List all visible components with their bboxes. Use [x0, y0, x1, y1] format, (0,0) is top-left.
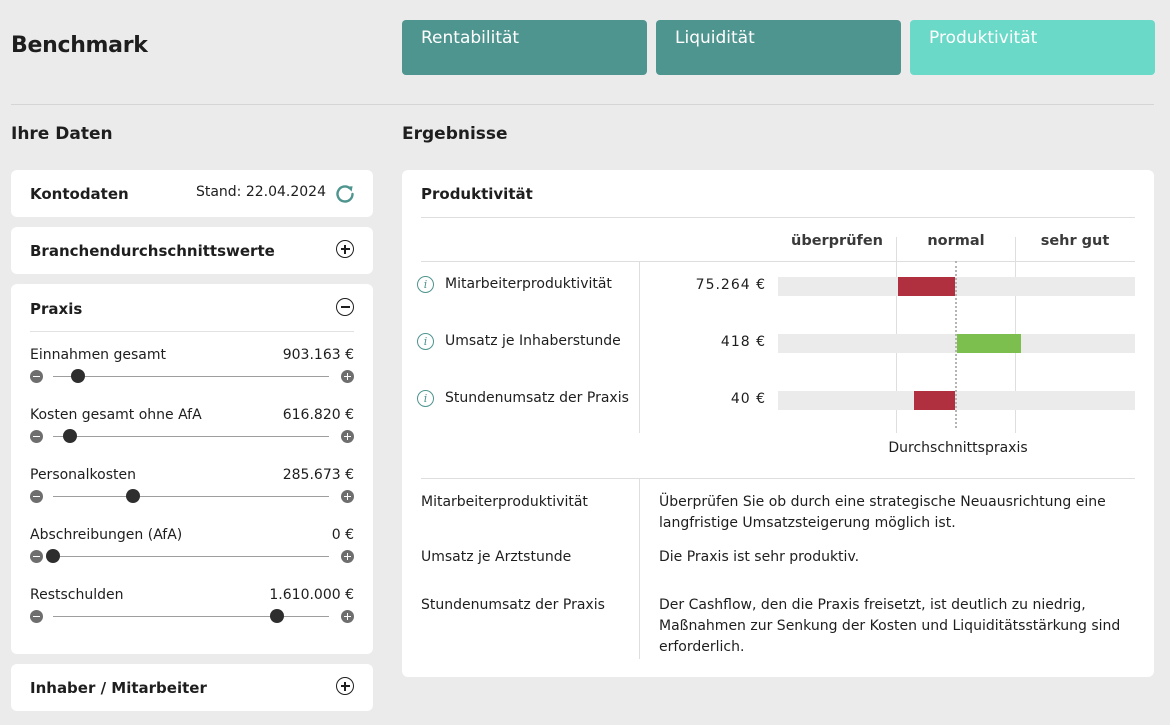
praxis-row-label: Personalkosten: [30, 467, 136, 483]
increase-button[interactable]: [341, 610, 354, 623]
praxis-row-value: 1.610.000 €: [269, 587, 354, 603]
increase-button[interactable]: [341, 370, 354, 383]
slider-track[interactable]: [53, 496, 329, 497]
refresh-icon[interactable]: [333, 182, 357, 206]
results-divider: [421, 217, 1135, 218]
kpi-bar: [957, 334, 1022, 353]
section-title-ergebnisse: Ergebnisse: [402, 124, 508, 144]
inhaber-card[interactable]: Inhaber / Mitarbeiter: [11, 664, 373, 711]
text-column-divider: [639, 478, 640, 659]
kpi-column-divider: [639, 261, 640, 433]
kpi-value: 75.264 €: [695, 277, 766, 293]
decrease-button[interactable]: [30, 610, 43, 623]
praxis-row-value: 285.673 €: [282, 467, 354, 483]
plus-circle-icon[interactable]: [336, 677, 354, 695]
stand-date: Stand: 22.04.2024: [195, 184, 326, 200]
average-marker-line: [955, 261, 957, 428]
slider-track[interactable]: [53, 436, 329, 437]
decrease-button[interactable]: [30, 430, 43, 443]
page-title: Benchmark: [11, 33, 148, 58]
praxis-divider: [30, 331, 354, 332]
slider-thumb[interactable]: [70, 369, 85, 383]
slider-track[interactable]: [53, 556, 329, 557]
praxis-card: Praxis Einnahmen gesamt 903.163 € Kosten g…: [11, 284, 373, 654]
kpi-label: Mitarbeiterproduktivität: [445, 276, 612, 292]
decrease-button[interactable]: [30, 370, 43, 383]
slider-thumb[interactable]: [62, 429, 77, 443]
kontodaten-card[interactable]: Kontodaten Stand: 22.04.2024: [11, 170, 373, 217]
tab-produktivitaet[interactable]: Produktivität: [910, 20, 1155, 75]
praxis-row-label: Einnahmen gesamt: [30, 347, 167, 363]
slider-track[interactable]: [53, 376, 329, 377]
tab-rentabilitaet[interactable]: Rentabilität: [402, 20, 647, 75]
praxis-row-value: 903.163 €: [282, 347, 354, 363]
decrease-button[interactable]: [30, 550, 43, 563]
kpi-value: 418 €: [720, 334, 766, 350]
recommendation-text: Die Praxis ist sehr produktiv.: [659, 549, 860, 565]
branche-card[interactable]: Branchendurchschnittswerte: [11, 227, 373, 274]
praxis-row-label: Restschulden: [30, 587, 124, 603]
branche-label: Branchendurchschnittswerte: [30, 242, 275, 260]
praxis-row-value: 0 €: [331, 527, 354, 543]
praxis-row-label: Kosten gesamt ohne AfA: [30, 407, 202, 423]
kpi-label: Stundenumsatz der Praxis: [445, 390, 629, 406]
recommendation-label: Stundenumsatz der Praxis: [421, 597, 605, 613]
average-label: Durchschnittspraxis: [888, 440, 1028, 456]
header-divider: [11, 104, 1154, 105]
kpi-bar: [897, 277, 955, 296]
section-title-ihre-daten: Ihre Daten: [11, 124, 113, 144]
info-icon[interactable]: i: [417, 276, 434, 293]
results-card: Produktivität überprüfen normal sehr gut…: [402, 170, 1154, 677]
kpi-bar: [913, 391, 955, 410]
info-icon[interactable]: i: [417, 333, 434, 350]
slider-track[interactable]: [53, 616, 329, 617]
decrease-button[interactable]: [30, 490, 43, 503]
kpi-label: Umsatz je Inhaberstunde: [445, 333, 621, 349]
recommendation-text: Überprüfen Sie ob durch eine strategisch…: [659, 494, 1106, 531]
praxis-row-value: 616.820 €: [282, 407, 354, 423]
recommendation-label: Mitarbeiterproduktivität: [421, 494, 588, 510]
column-header-ueberpruefen: überprüfen: [790, 233, 884, 249]
column-header-sehr-gut: sehr gut: [1040, 233, 1110, 249]
inhaber-label: Inhaber / Mitarbeiter: [30, 679, 207, 697]
tab-liquiditaet[interactable]: Liquidität: [656, 20, 901, 75]
praxis-row-label: Abschreibungen (AfA): [30, 527, 183, 543]
slider-thumb[interactable]: [269, 609, 284, 623]
praxis-label: Praxis: [30, 300, 83, 318]
increase-button[interactable]: [341, 550, 354, 563]
recommendation-text: Der Cashflow, den die Praxis freisetzt, …: [659, 597, 1121, 655]
text-section-divider: [421, 478, 1135, 479]
results-card-title: Produktivität: [421, 185, 533, 203]
minus-circle-icon[interactable]: [336, 298, 354, 316]
results-header-divider: [421, 261, 1135, 262]
slider-thumb[interactable]: [126, 489, 141, 503]
increase-button[interactable]: [341, 490, 354, 503]
plus-circle-icon[interactable]: [336, 240, 354, 258]
slider-thumb[interactable]: [46, 549, 60, 563]
increase-button[interactable]: [341, 430, 354, 443]
recommendation-label: Umsatz je Arztstunde: [421, 549, 572, 565]
column-header-normal: normal: [927, 233, 985, 249]
kpi-value: 40 €: [730, 391, 766, 407]
info-icon[interactable]: i: [417, 390, 434, 407]
kontodaten-label: Kontodaten: [30, 185, 129, 203]
